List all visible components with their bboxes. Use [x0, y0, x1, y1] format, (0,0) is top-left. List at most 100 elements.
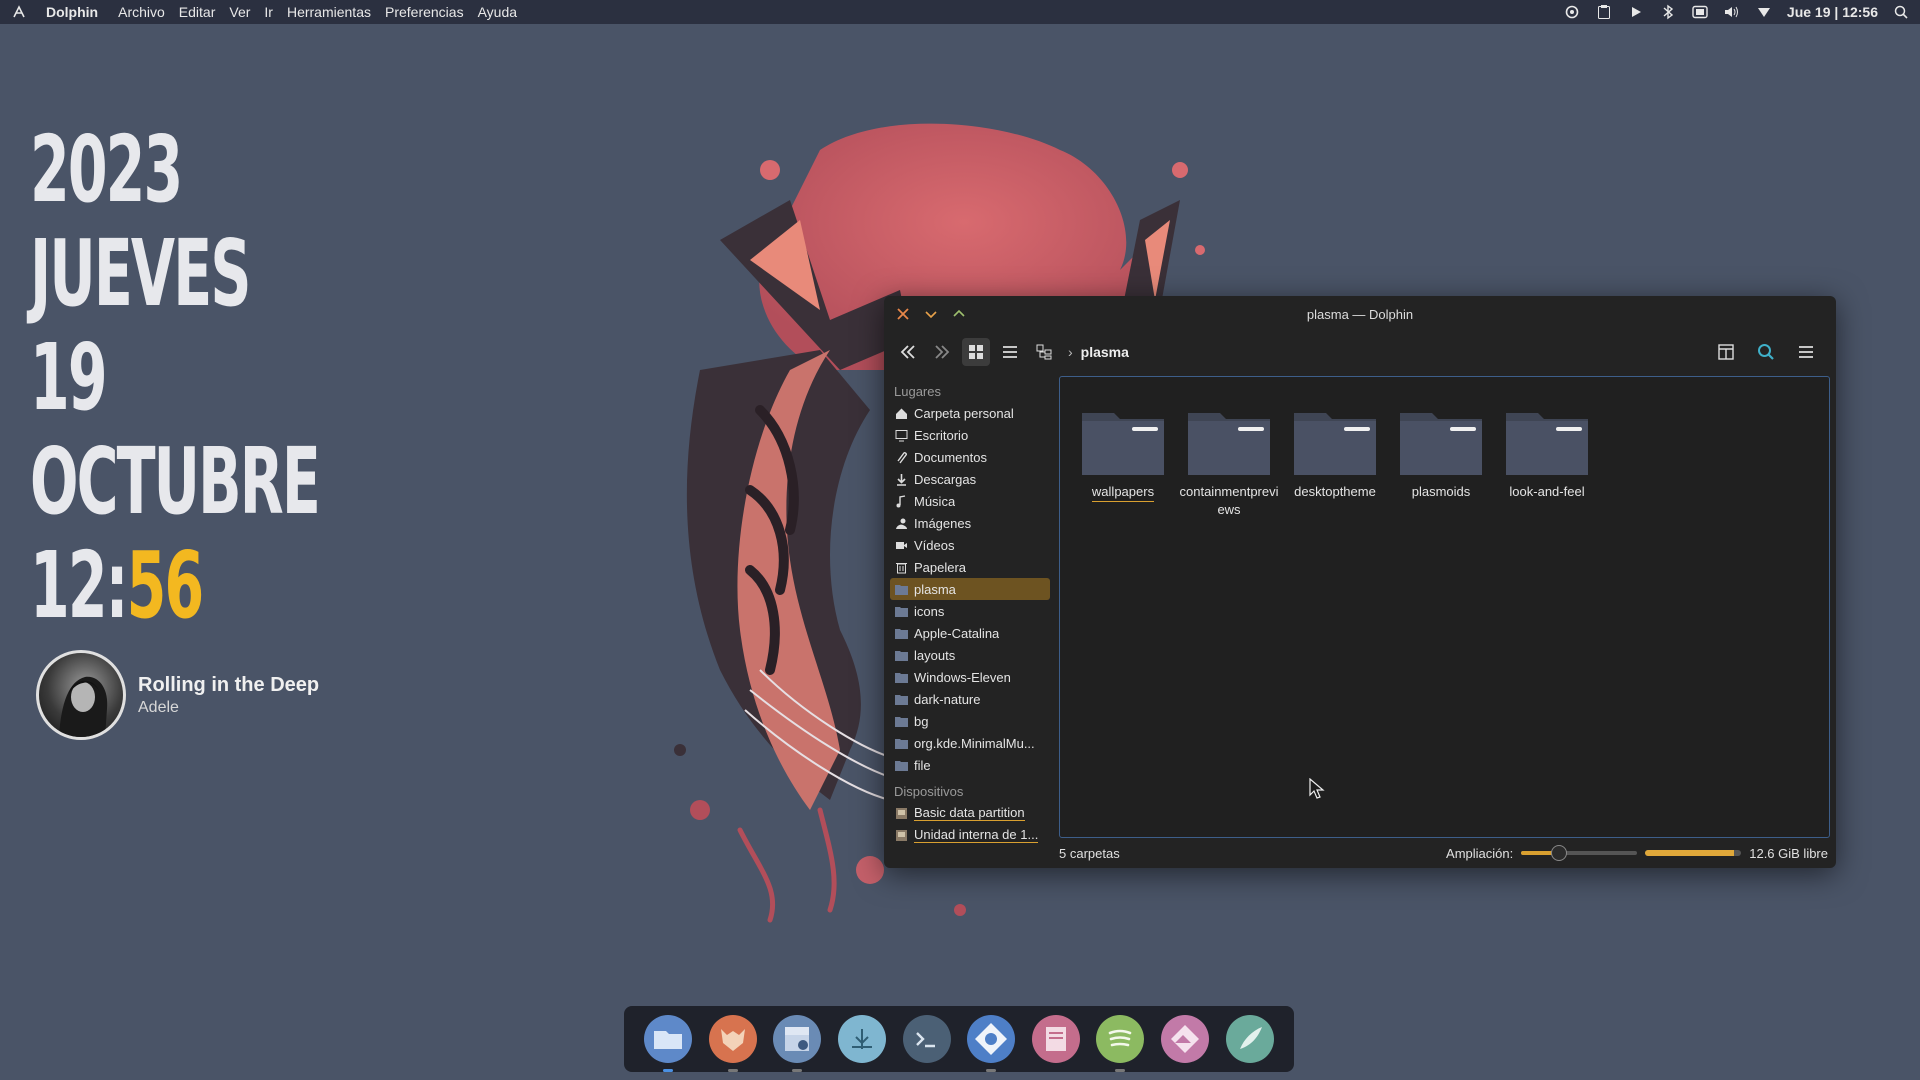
- battery-icon[interactable]: [1691, 3, 1709, 21]
- back-button[interactable]: [894, 338, 922, 366]
- search-icon[interactable]: [1892, 3, 1910, 21]
- breadcrumb-current[interactable]: plasma: [1081, 344, 1129, 360]
- folder-icon: [894, 736, 908, 750]
- menu-ir[interactable]: Ir: [264, 4, 273, 20]
- network-wifi-icon[interactable]: [1755, 3, 1773, 21]
- place-plasma[interactable]: plasma: [890, 578, 1050, 600]
- tree-view-button[interactable]: [1030, 338, 1058, 366]
- dock-affinity-icon[interactable]: [1161, 1015, 1210, 1063]
- menu-archivo[interactable]: Archivo: [118, 4, 165, 20]
- media-player-widget[interactable]: Rolling in the Deep Adele: [36, 650, 319, 740]
- month-label: OCTUBRE: [30, 428, 321, 535]
- running-indicator: [1115, 1069, 1126, 1072]
- time-minutes: 56: [126, 532, 205, 639]
- close-window-icon[interactable]: [894, 305, 912, 323]
- song-artist: Adele: [138, 698, 179, 716]
- document-icon: [894, 450, 908, 464]
- place-documents[interactable]: Documentos: [890, 446, 1050, 468]
- date-clock-widget: 2023 JUEVES 19 OCTUBRE 12:56: [30, 116, 321, 639]
- place-windows-eleven[interactable]: Windows-Eleven: [890, 666, 1050, 688]
- media-play-icon[interactable]: [1627, 3, 1645, 21]
- window-titlebar[interactable]: plasma — Dolphin: [884, 296, 1836, 332]
- dock-notes-icon[interactable]: [1031, 1015, 1080, 1063]
- place-icons[interactable]: icons: [890, 600, 1050, 622]
- running-indicator: [663, 1069, 674, 1072]
- device-basic-data-partition[interactable]: Basic data partition: [890, 802, 1050, 824]
- dock: [624, 1006, 1294, 1072]
- place-trash[interactable]: Papelera: [890, 556, 1050, 578]
- folder-icon: [894, 604, 908, 618]
- place-dark-nature[interactable]: dark-nature: [890, 688, 1050, 710]
- menu-ver[interactable]: Ver: [229, 4, 250, 20]
- menu-ayuda[interactable]: Ayuda: [478, 4, 517, 20]
- dock-terminal-icon[interactable]: [902, 1015, 951, 1063]
- running-indicator: [792, 1069, 803, 1072]
- hamburger-menu-button[interactable]: [1792, 338, 1820, 366]
- breadcrumb-chevron-icon: ›: [1068, 344, 1073, 360]
- minimize-window-icon[interactable]: [922, 305, 940, 323]
- settings-gear-icon[interactable]: [1563, 3, 1581, 21]
- folder-plasmoids[interactable]: plasmoids: [1388, 407, 1494, 519]
- folder-wallpapers[interactable]: wallpapers: [1070, 407, 1176, 519]
- app-launcher-icon[interactable]: [10, 3, 28, 21]
- icons-view-button[interactable]: [962, 338, 990, 366]
- split-view-button[interactable]: [1712, 338, 1740, 366]
- place-file[interactable]: file: [890, 754, 1050, 776]
- day-label: 19: [30, 324, 108, 431]
- dock-store-icon[interactable]: [773, 1015, 822, 1072]
- folder-icon: [894, 692, 908, 706]
- place-home[interactable]: Carpeta personal: [890, 402, 1050, 424]
- folder-icon: [1400, 413, 1482, 475]
- file-view[interactable]: wallpapers containmentpreviews desktopth…: [1059, 376, 1830, 838]
- folder-containmentpreviews[interactable]: containmentpreviews: [1176, 407, 1282, 519]
- details-view-button[interactable]: [996, 338, 1024, 366]
- folder-icon: [1082, 413, 1164, 475]
- download-icon: [894, 472, 908, 486]
- volume-icon[interactable]: [1723, 3, 1741, 21]
- system-tray: Jue 19 | 12:56: [1563, 3, 1910, 21]
- weekday-label: JUEVES: [30, 220, 251, 327]
- mouse-cursor-icon: [1309, 778, 1325, 799]
- folder-look-and-feel[interactable]: look-and-feel: [1494, 407, 1600, 519]
- folder-desktoptheme[interactable]: desktoptheme: [1282, 407, 1388, 519]
- forward-button[interactable]: [928, 338, 956, 366]
- devices-section-header: Dispositivos: [894, 784, 964, 799]
- place-music[interactable]: Música: [890, 490, 1050, 512]
- place-images[interactable]: Imágenes: [890, 512, 1050, 534]
- place-downloads[interactable]: Descargas: [890, 468, 1050, 490]
- running-indicator: [986, 1069, 997, 1072]
- window-toolbar: › plasma: [884, 332, 1836, 372]
- place-videos[interactable]: Vídeos: [890, 534, 1050, 556]
- year-label: 2023: [30, 116, 183, 223]
- search-button[interactable]: [1752, 338, 1780, 366]
- album-cover: [36, 650, 126, 740]
- place-desktop[interactable]: Escritorio: [890, 424, 1050, 446]
- clock[interactable]: Jue 19 | 12:56: [1787, 4, 1878, 20]
- zoom-slider[interactable]: [1521, 845, 1638, 861]
- dock-firefox-icon[interactable]: [708, 1015, 757, 1072]
- dock-files-icon[interactable]: [644, 1015, 693, 1072]
- menu-herramientas[interactable]: Herramientas: [287, 4, 371, 20]
- zoom-slider-handle[interactable]: [1551, 845, 1568, 861]
- folder-icon: [894, 670, 908, 684]
- folder-icon: [1294, 413, 1376, 475]
- status-bar: 5 carpetas Ampliación: 12.6 GiB libre: [884, 838, 1836, 868]
- desktop-icon: [894, 428, 908, 442]
- menu-editar[interactable]: Editar: [179, 4, 216, 20]
- bluetooth-icon[interactable]: [1659, 3, 1677, 21]
- dock-vscode-icon[interactable]: [1225, 1015, 1274, 1063]
- trash-icon: [894, 560, 908, 574]
- place-org-kde-minimalmu[interactable]: org.kde.MinimalMu...: [890, 732, 1050, 754]
- folder-name: wallpapers: [1091, 483, 1155, 502]
- window-title: plasma — Dolphin: [1306, 306, 1414, 322]
- place-bg[interactable]: bg: [890, 710, 1050, 732]
- place-apple-catalina[interactable]: Apple-Catalina: [890, 622, 1050, 644]
- dock-kde-connect-icon[interactable]: [967, 1015, 1016, 1072]
- song-title: Rolling in the Deep: [138, 673, 320, 696]
- clipboard-icon[interactable]: [1595, 3, 1613, 21]
- menu-preferencias[interactable]: Preferencias: [385, 4, 464, 20]
- place-layouts[interactable]: layouts: [890, 644, 1050, 666]
- dock-spotify-icon[interactable]: [1096, 1015, 1145, 1072]
- maximize-window-icon[interactable]: [950, 305, 968, 323]
- dock-image-viewer-icon[interactable]: [838, 1015, 887, 1063]
